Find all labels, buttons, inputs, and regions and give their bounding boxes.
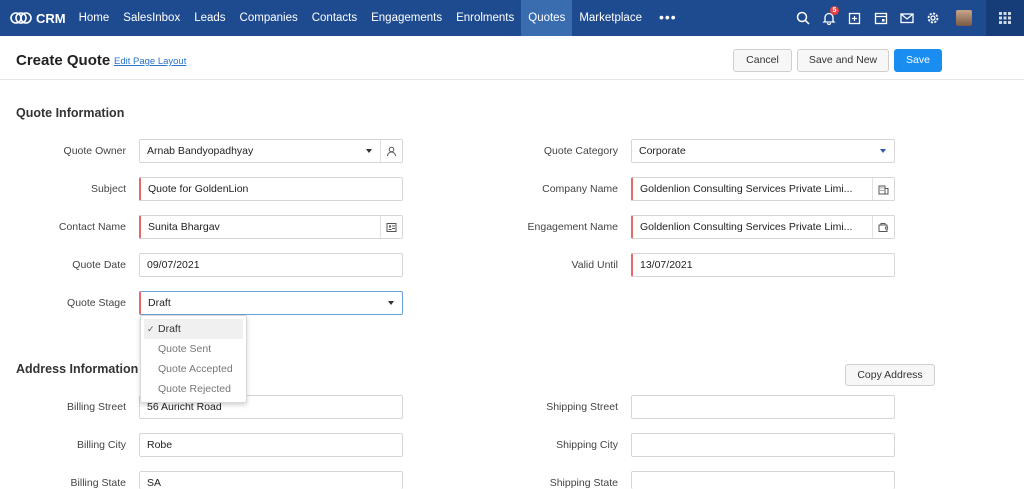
billing-city-value: Robe: [147, 439, 173, 451]
nav-contacts[interactable]: Contacts: [305, 0, 364, 36]
dropdown-option-quote-rejected[interactable]: Quote Rejected: [141, 379, 246, 399]
dropdown-option-label: Draft: [158, 323, 181, 335]
quote-date-label: Quote Date: [72, 259, 126, 271]
nav-quotes[interactable]: Quotes: [521, 0, 573, 36]
quote-category-label: Quote Category: [543, 145, 618, 157]
chevron-down-icon: [388, 301, 394, 305]
subject-value: Quote for GoldenLion: [148, 183, 249, 195]
dropdown-option-quote-accepted[interactable]: Quote Accepted: [141, 359, 246, 379]
save-and-new-button[interactable]: Save and New: [797, 49, 889, 72]
nav-enrolments[interactable]: Enrolments: [449, 0, 521, 36]
engagement-lookup-icon[interactable]: [872, 216, 894, 238]
engagement-name-field[interactable]: Goldenlion Consulting Services Private L…: [631, 215, 895, 239]
valid-until-label: Valid Until: [571, 259, 619, 271]
checkmark-icon: ✓: [147, 324, 155, 334]
quote-stage-select[interactable]: Draft: [139, 291, 403, 315]
shipping-street-input[interactable]: [631, 395, 895, 419]
nav-leads[interactable]: Leads: [187, 0, 232, 36]
valid-until-input[interactable]: 13/07/2021: [631, 253, 895, 277]
dropdown-option-draft[interactable]: ✓ Draft: [144, 319, 243, 339]
company-name-field[interactable]: Goldenlion Consulting Services Private L…: [631, 177, 895, 201]
crm-logo-icon: [10, 12, 32, 24]
top-nav: CRM Home SalesInbox Leads Companies Cont…: [0, 0, 1024, 36]
subject-input[interactable]: Quote for GoldenLion: [139, 177, 403, 201]
nav-more-button[interactable]: •••: [649, 0, 687, 36]
edit-page-layout-link[interactable]: Edit Page Layout: [114, 56, 186, 67]
billing-state-input[interactable]: SA: [139, 471, 403, 489]
chevron-down-icon: [366, 149, 372, 153]
shipping-state-label: Shipping State: [549, 477, 618, 489]
nav-home[interactable]: Home: [72, 0, 117, 36]
shipping-city-label: Shipping City: [556, 439, 618, 451]
page-title: Create Quote: [16, 52, 111, 69]
billing-state-label: Billing State: [70, 477, 126, 489]
company-name-value: Goldenlion Consulting Services Private L…: [640, 183, 853, 195]
quote-category-value: Corporate: [639, 145, 686, 157]
logo-text: CRM: [36, 10, 66, 26]
notification-badge: 5: [830, 6, 839, 15]
address-information-heading: Address Information: [16, 362, 139, 376]
copy-address-button[interactable]: Copy Address: [845, 364, 935, 386]
quote-stage-dropdown: ✓ Draft Quote Sent Quote Accepted Quote …: [140, 315, 247, 403]
valid-until-value: 13/07/2021: [640, 259, 693, 271]
calendar-icon[interactable]: [868, 0, 894, 36]
quote-date-value: 09/07/2021: [147, 259, 200, 271]
search-icon[interactable]: [790, 0, 816, 36]
billing-city-input[interactable]: Robe: [139, 433, 403, 457]
nav-salesinbox[interactable]: SalesInbox: [116, 0, 187, 36]
quote-information-heading: Quote Information: [16, 106, 125, 120]
app-grid-icon[interactable]: [986, 0, 1024, 36]
add-note-icon[interactable]: [842, 0, 868, 36]
cancel-button[interactable]: Cancel: [733, 49, 792, 72]
dropdown-option-quote-sent[interactable]: Quote Sent: [141, 339, 246, 359]
billing-city-label: Billing City: [76, 439, 126, 451]
nav-companies[interactable]: Companies: [233, 0, 305, 36]
contact-name-field[interactable]: Sunita Bhargav: [139, 215, 403, 239]
mail-icon[interactable]: [894, 0, 920, 36]
quote-owner-value: Arnab Bandyopadhyay: [147, 145, 254, 157]
user-avatar[interactable]: [956, 10, 972, 26]
quote-owner-label: Quote Owner: [63, 145, 126, 157]
quote-category-select[interactable]: Corporate: [631, 139, 895, 163]
shipping-state-input[interactable]: [631, 471, 895, 489]
shipping-city-input[interactable]: [631, 433, 895, 457]
user-lookup-icon[interactable]: [380, 140, 402, 162]
quote-stage-value: Draft: [148, 297, 171, 309]
nav-icons: 5: [790, 0, 1024, 36]
billing-street-label: Billing Street: [67, 401, 126, 413]
crm-logo[interactable]: CRM: [0, 0, 72, 36]
quote-owner-field[interactable]: Arnab Bandyopadhyay: [139, 139, 403, 163]
chevron-down-icon: [880, 149, 886, 153]
engagement-name-label: Engagement Name: [527, 221, 618, 233]
contact-name-value: Sunita Bhargav: [148, 221, 220, 233]
gear-icon[interactable]: [920, 0, 946, 36]
quote-date-input[interactable]: 09/07/2021: [139, 253, 403, 277]
contact-name-label: Contact Name: [58, 221, 126, 233]
billing-state-value: SA: [147, 477, 162, 489]
subject-label: Subject: [90, 183, 126, 195]
contact-card-icon[interactable]: [380, 216, 402, 238]
save-button[interactable]: Save: [894, 49, 942, 72]
building-icon[interactable]: [872, 178, 894, 200]
shipping-street-label: Shipping Street: [546, 401, 618, 413]
company-name-label: Company Name: [542, 183, 618, 195]
page-header: Create Quote Edit Page Layout Cancel Sav…: [0, 36, 1024, 80]
nav-links: Home SalesInbox Leads Companies Contacts…: [72, 0, 687, 36]
engagement-name-value: Goldenlion Consulting Services Private L…: [640, 221, 853, 233]
nav-marketplace[interactable]: Marketplace: [572, 0, 649, 36]
quote-stage-label: Quote Stage: [67, 297, 126, 309]
nav-engagements[interactable]: Engagements: [364, 0, 449, 36]
bell-icon[interactable]: 5: [816, 0, 842, 36]
